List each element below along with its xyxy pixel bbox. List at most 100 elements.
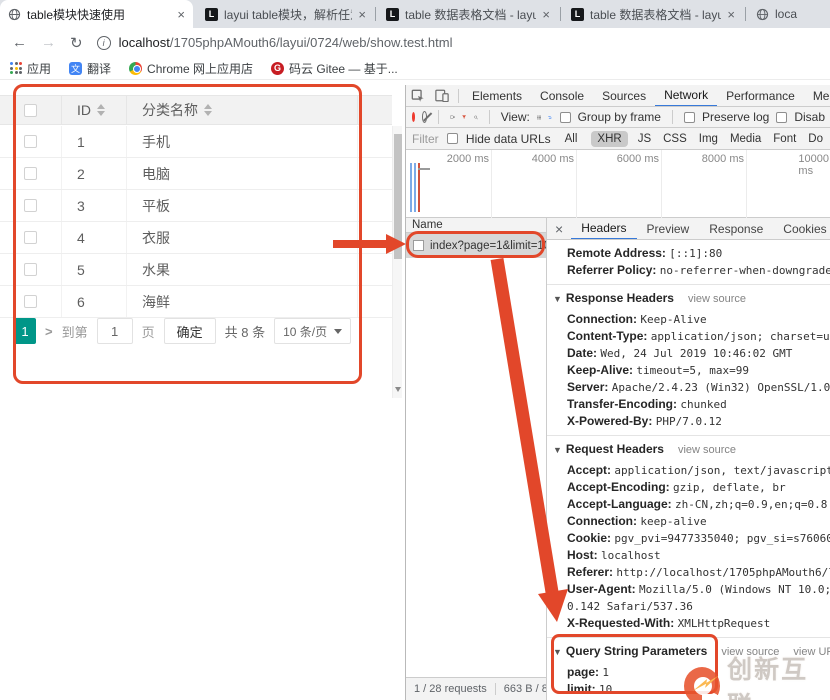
tab-separator (745, 7, 746, 21)
capture-screenshots-icon[interactable] (450, 111, 456, 123)
filter-type-css[interactable]: CSS (661, 131, 689, 147)
view-source-link[interactable]: view source (678, 444, 736, 456)
row-checkbox[interactable] (24, 263, 37, 276)
select-all-checkbox[interactable] (24, 103, 37, 117)
tab-cookies[interactable]: Cookies (773, 218, 830, 239)
bookmark-label: 应用 (27, 61, 52, 76)
close-icon[interactable]: × (547, 221, 571, 237)
bookmark-chrome-store[interactable]: Chrome 网上应用店 (129, 60, 253, 77)
tab-performance[interactable]: Performance (717, 85, 804, 106)
table-header-filler (358, 96, 392, 124)
cell-name: 海鲜 (142, 293, 170, 310)
bookmark-apps[interactable]: 应用 (10, 60, 51, 77)
filter-type-font[interactable]: Font (771, 131, 798, 147)
tab-close-icon[interactable]: × (727, 7, 735, 22)
tab-close-icon[interactable]: × (177, 7, 185, 22)
inspect-icon[interactable] (411, 89, 425, 103)
row-checkbox[interactable] (24, 231, 37, 244)
device-toolbar-icon[interactable] (435, 89, 449, 102)
browser-tab-4[interactable]: L table 数据表格文档 - layui × (563, 0, 743, 28)
url-field[interactable]: i localhost/1705phpAMouth6/layui/0724/we… (96, 35, 453, 50)
scrollbar-thumb[interactable] (394, 134, 402, 259)
table-scrollbar[interactable] (392, 126, 402, 398)
url-host: localhost (118, 35, 170, 50)
page-info-icon[interactable]: i (96, 35, 111, 50)
per-page-select[interactable]: 10 条/页 (274, 318, 352, 344)
forward-icon[interactable]: → (41, 34, 56, 51)
filter-type-xhr[interactable]: XHR (591, 130, 628, 147)
scrollbar-down-arrow-icon[interactable] (395, 387, 401, 392)
reload-icon[interactable]: ↻ (70, 34, 83, 52)
confirm-button[interactable]: 确定 (163, 318, 216, 344)
group-by-frame-label: Group by frame (577, 110, 661, 124)
browser-tab-3[interactable]: L table 数据表格文档 - layui × (378, 0, 558, 28)
group-by-frame-checkbox[interactable] (559, 111, 571, 123)
filter-type-js[interactable]: JS (636, 131, 653, 147)
header-line: Date: Wed, 24 Jul 2019 10:46:02 GMT (567, 346, 793, 360)
back-icon[interactable]: ← (12, 34, 27, 51)
request-list-panel: Name index?page=1&limit=10 1 / 28 reques… (406, 218, 546, 700)
bookmark-gitee[interactable]: G 码云 Gitee — 基于... (271, 60, 398, 77)
request-row[interactable]: index?page=1&limit=10 (406, 233, 546, 258)
network-overview-timeline[interactable]: 2000 ms 4000 ms 6000 ms 8000 ms 10000 ms (406, 150, 830, 218)
sort-icon[interactable] (97, 104, 105, 116)
tab-memory[interactable]: Memory (804, 85, 830, 106)
tab-close-icon[interactable]: × (542, 7, 550, 22)
tab-sources[interactable]: Sources (593, 85, 655, 106)
tab-preview[interactable]: Preview (637, 218, 700, 239)
bookmark-translate[interactable]: 文 翻译 (69, 60, 111, 77)
tab-title: table 数据表格文档 - layui (405, 7, 537, 22)
next-page-button[interactable]: > (45, 324, 53, 339)
clear-icon[interactable] (422, 111, 428, 123)
tab-response[interactable]: Response (699, 218, 773, 239)
browser-tab-2[interactable]: L layui table模块，解析任意数据 × (197, 0, 374, 28)
row-checkbox[interactable] (24, 167, 37, 180)
row-checkbox[interactable] (24, 135, 37, 148)
filter-type-all[interactable]: All (559, 131, 584, 147)
chrome-icon (129, 61, 143, 75)
disclosure-triangle-icon[interactable]: ▼ (553, 647, 562, 657)
network-action-bar: View: Group by frame Preserve log Disab (406, 107, 830, 128)
filter-input[interactable]: Filter (412, 132, 439, 146)
goto-page-input[interactable]: 1 (96, 318, 133, 344)
search-icon[interactable] (473, 111, 478, 124)
record-icon[interactable] (412, 112, 416, 122)
waterfall-view-icon[interactable] (548, 112, 553, 123)
tab-console[interactable]: Console (531, 85, 593, 106)
tab-close-icon[interactable]: × (358, 7, 366, 22)
url-path: /1705phpAMouth6/layui/0724/web/show.test… (169, 35, 453, 50)
browser-tab-5[interactable]: loca (748, 0, 830, 28)
browser-tab-strip: table模块快速使用 × L layui table模块，解析任意数据 × L… (0, 0, 830, 28)
tab-headers[interactable]: Headers (571, 218, 637, 239)
header-line: User-Agent: Mozilla/5.0 (Windows NT 10.0… (567, 582, 830, 596)
view-url-encoded-link[interactable]: view URL en (793, 646, 830, 658)
header-line: page: 1 (567, 665, 609, 679)
row-checkbox[interactable] (24, 199, 37, 212)
filter-type-media[interactable]: Media (728, 131, 763, 147)
disclosure-triangle-icon[interactable]: ▼ (553, 445, 562, 455)
filter-type-img[interactable]: Img (697, 131, 720, 147)
response-headers-section: ▼ Response Headers view source (553, 291, 747, 305)
disable-cache-checkbox[interactable] (776, 111, 788, 123)
name-column-header[interactable]: Name (406, 218, 546, 233)
sort-icon[interactable] (204, 104, 212, 116)
bookmark-label: 翻译 (87, 61, 112, 76)
network-summary-bar: 1 / 28 requests 663 B / 874 B (406, 677, 546, 700)
disclosure-triangle-icon[interactable]: ▼ (553, 294, 562, 304)
tab-elements[interactable]: Elements (463, 85, 531, 106)
tab-network[interactable]: Network (655, 85, 718, 106)
browser-tab-1[interactable]: table模块快速使用 × (0, 0, 193, 28)
view-source-link[interactable]: view source (721, 646, 779, 658)
view-source-link[interactable]: view source (688, 293, 746, 305)
table-row: 5 水果 (0, 254, 392, 286)
filter-type-doc[interactable]: Do (806, 131, 825, 147)
filter-icon[interactable] (462, 111, 467, 123)
page-1-button[interactable]: 1 (14, 318, 36, 344)
view-label: View: (500, 110, 530, 124)
hide-data-urls-checkbox[interactable] (446, 133, 458, 144)
list-view-icon[interactable] (536, 112, 541, 123)
preserve-log-checkbox[interactable] (683, 111, 695, 123)
table-header-row: ID 分类名称 (0, 95, 392, 125)
row-checkbox[interactable] (24, 295, 37, 308)
header-line: 0.142 Safari/537.36 (567, 600, 693, 613)
